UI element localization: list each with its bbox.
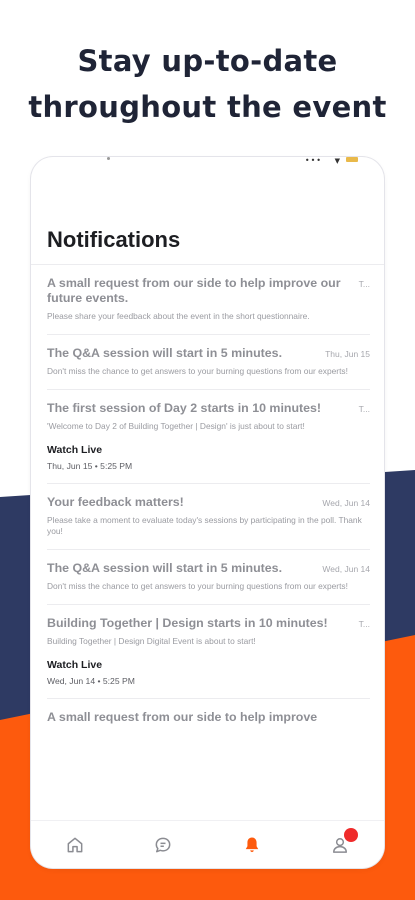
notification-date: T...: [358, 404, 370, 414]
session-datetime: Thu, Jun 15 • 5:25 PM: [47, 461, 133, 471]
notification-item[interactable]: Building Together | Design starts in 10 …: [47, 605, 370, 699]
page-title: Notifications: [47, 227, 181, 252]
notification-body: Don't miss the chance to get answers to …: [47, 366, 348, 376]
bell-icon: [245, 837, 258, 852]
signal-icon: ▼: [334, 157, 340, 165]
headline-line-1: Stay up-to-date: [77, 44, 338, 78]
notification-date: T...: [358, 279, 370, 289]
tab-home[interactable]: [55, 825, 95, 865]
notification-body: 'Welcome to Day 2 of Building Together |…: [47, 421, 305, 431]
notification-title: Building Together | Design starts in 10 …: [47, 616, 328, 630]
watch-live-link[interactable]: Watch Live: [47, 444, 370, 456]
notification-date: T...: [358, 619, 370, 629]
notification-badge: [343, 827, 358, 842]
headline: Stay up-to-date throughout the event: [0, 38, 415, 130]
notification-date: Thu, Jun 15: [325, 349, 370, 359]
status-bar: ••• ▼: [31, 157, 384, 167]
chat-icon: [155, 837, 171, 852]
notification-item[interactable]: A small request from our side to help im…: [47, 265, 370, 335]
tab-bar: [31, 820, 384, 868]
status-dot: [107, 157, 110, 160]
notification-title: A small request from our side to help im…: [47, 710, 318, 724]
battery-icon: [346, 157, 358, 162]
notification-title: Your feedback matters!: [47, 495, 184, 509]
notification-date: Wed, Jun 14: [322, 498, 370, 508]
session-datetime: Wed, Jun 14 • 5:25 PM: [47, 676, 135, 686]
notification-body: Don't miss the chance to get answers to …: [47, 581, 348, 591]
tab-notifications[interactable]: [232, 825, 272, 865]
notification-title: The Q&A session will start in 5 minutes.: [47, 346, 283, 360]
notification-body: Please take a moment to evaluate today's…: [47, 515, 362, 536]
notification-item[interactable]: The Q&A session will start in 5 minutes.…: [47, 335, 370, 390]
notification-title: A small request from our side to help im…: [47, 276, 341, 305]
phone-screen: ••• ▼ Notifications A small request from…: [31, 157, 384, 868]
notification-body: Building Together | Design Digital Event…: [47, 636, 256, 646]
tab-chat[interactable]: [143, 825, 183, 865]
notification-item[interactable]: A small request from our side to help im…: [47, 699, 370, 737]
notification-item[interactable]: The Q&A session will start in 5 minutes.…: [47, 550, 370, 605]
notification-item[interactable]: The first session of Day 2 starts in 10 …: [47, 390, 370, 484]
notification-item[interactable]: Your feedback matters! Wed, Jun 14 Pleas…: [47, 484, 370, 550]
headline-line-2: throughout the event: [28, 90, 387, 124]
status-dots-icon: •••: [304, 157, 322, 165]
notification-list[interactable]: A small request from our side to help im…: [47, 265, 370, 820]
notification-date: Wed, Jun 14: [322, 564, 370, 574]
notification-title: The Q&A session will start in 5 minutes.: [47, 561, 283, 575]
notification-title: The first session of Day 2 starts in 10 …: [47, 401, 322, 415]
watch-live-link[interactable]: Watch Live: [47, 659, 370, 671]
tab-profile[interactable]: [320, 825, 360, 865]
home-icon: [67, 837, 83, 852]
notification-body: Please share your feedback about the eve…: [47, 311, 310, 321]
